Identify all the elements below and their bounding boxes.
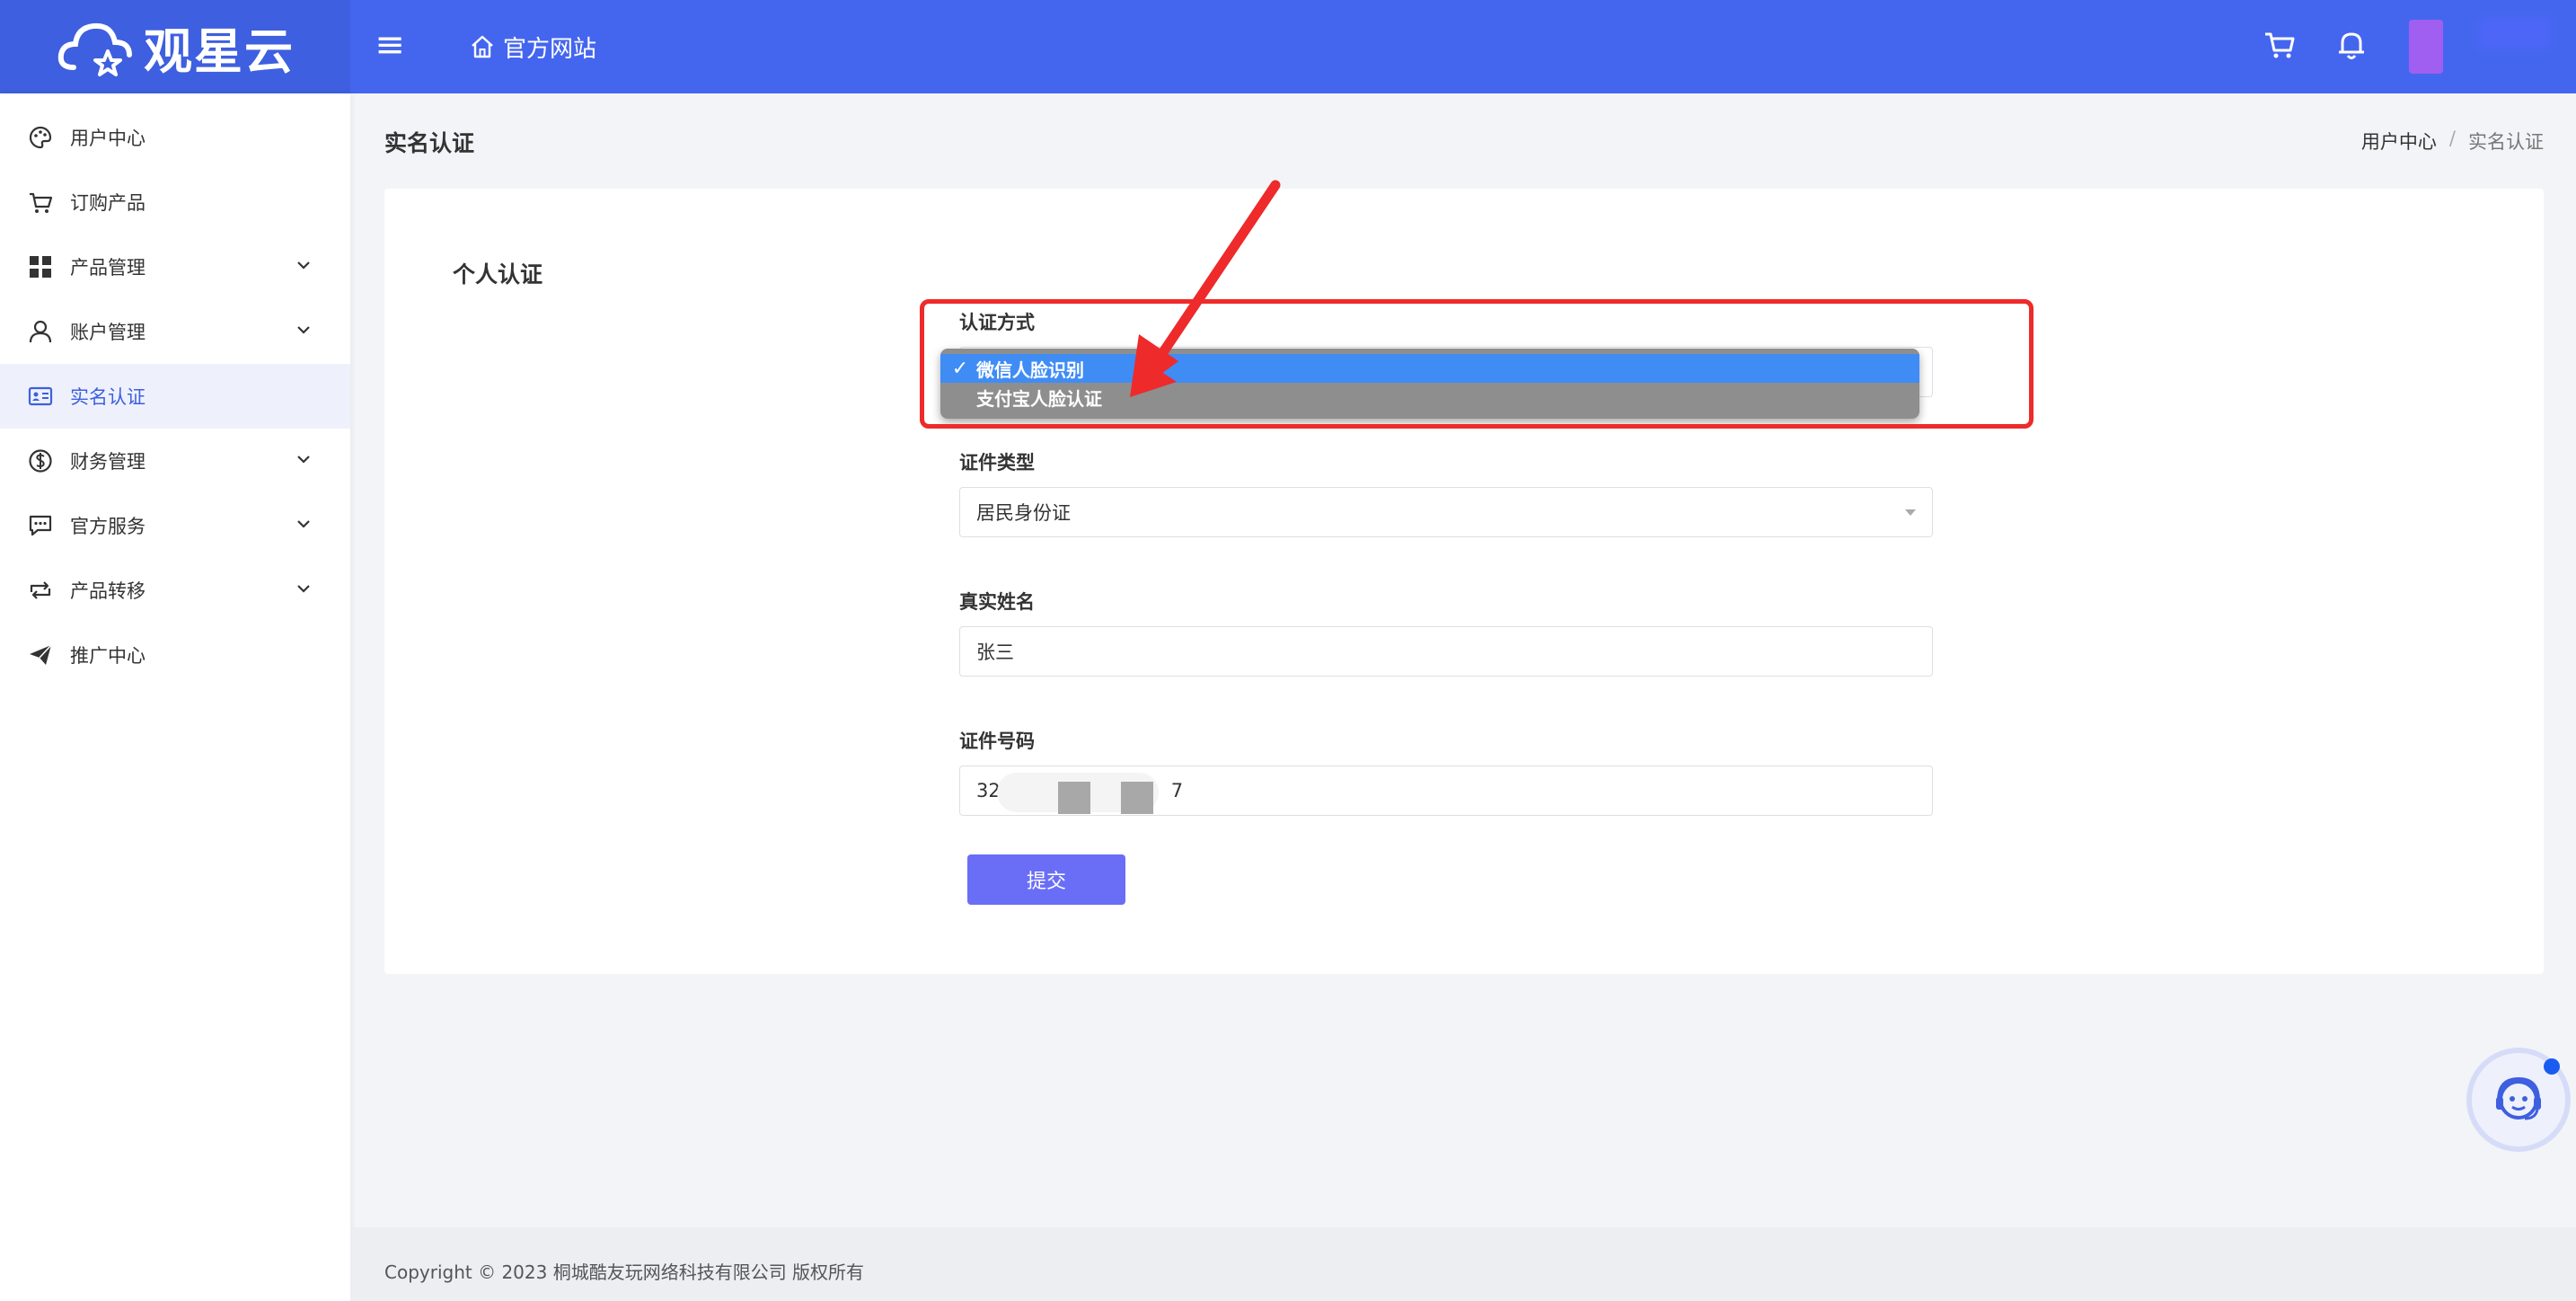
annotation-arrow-icon [1130,180,1281,397]
notification-dot [2544,1058,2560,1075]
support-agent-icon [2496,1076,2541,1120]
copyright-text: Copyright © 2023 桐城酷友玩网络科技有限公司 版权所有 [384,1261,865,1283]
